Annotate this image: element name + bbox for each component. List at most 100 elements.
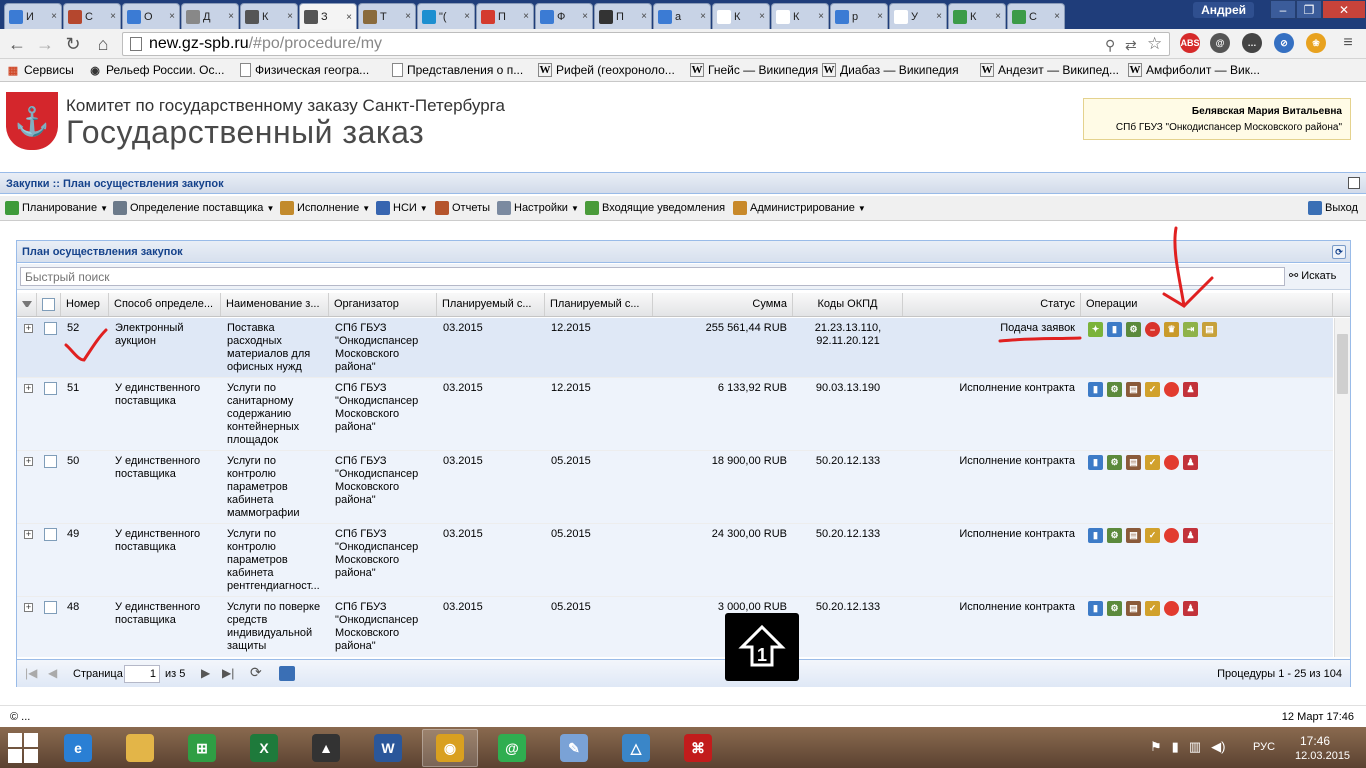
reload-icon[interactable]: ↻ [62, 34, 84, 54]
expand-row-icon[interactable]: + [24, 603, 33, 612]
browser-tab[interactable]: П × [594, 3, 652, 29]
taskbar-pdf[interactable]: ⌘ [670, 729, 726, 767]
mic-icon[interactable]: ⚲ [1105, 37, 1115, 54]
red-dot-icon[interactable]: ● [1164, 382, 1179, 397]
browser-tab[interactable]: З × [299, 3, 357, 30]
taskbar-ie[interactable]: e [50, 729, 106, 767]
bookmark-item[interactable]: W Рифей (геохроноло... [538, 63, 675, 77]
column-filter-icon[interactable] [17, 293, 37, 316]
clock-date[interactable]: 12.03.2015 [1295, 750, 1350, 762]
quick-search-input[interactable] [20, 267, 1285, 286]
flag-icon[interactable]: ⚑ [1150, 739, 1162, 755]
gears-icon[interactable]: ⚙ [1107, 455, 1122, 470]
column-header-status[interactable]: Статус [903, 293, 1081, 316]
users-icon[interactable]: ♟ [1183, 455, 1198, 470]
tag-icon[interactable]: ✦ [1088, 322, 1103, 337]
browser-tab[interactable]: Ф × [535, 3, 593, 29]
first-page-icon[interactable]: |◀ [25, 666, 37, 680]
certificate-icon[interactable]: ✓ [1145, 455, 1160, 470]
bookmark-item[interactable]: W Гнейс — Википедия [690, 63, 818, 77]
column-header-num[interactable]: Номер [61, 293, 109, 316]
next-page-icon[interactable]: ▶ [201, 666, 210, 680]
document-icon[interactable]: ▤ [1126, 528, 1141, 543]
chart-icon[interactable]: ▮ [1107, 322, 1122, 337]
collapse-panel-icon[interactable] [1348, 177, 1360, 189]
users-icon[interactable]: ♟ [1183, 601, 1198, 616]
chat-icon[interactable]: … [1242, 33, 1262, 53]
menu-inbox[interactable]: Входящие уведомления [585, 201, 725, 215]
bookmark-item[interactable]: W Диабаз — Википедия [822, 63, 959, 77]
chart-icon[interactable]: ▮ [1088, 382, 1103, 397]
document-icon[interactable]: ▤ [1126, 601, 1141, 616]
browser-tab[interactable]: К × [771, 3, 829, 29]
clock-time[interactable]: 17:46 [1300, 734, 1330, 748]
column-header-start[interactable]: Планируемый с... [437, 293, 545, 316]
select-all-checkbox[interactable] [42, 298, 55, 311]
expand-row-icon[interactable]: + [24, 384, 33, 393]
table-row[interactable]: +51 У единственного поставщика Услуги по с… [17, 378, 1333, 451]
gears-icon[interactable]: ⚙ [1126, 322, 1141, 337]
refresh-panel-icon[interactable]: ⟳ [1332, 245, 1346, 259]
taskbar-excel[interactable]: X [236, 729, 292, 767]
chart-icon[interactable]: ▮ [1088, 528, 1103, 543]
chrome-profile-name[interactable]: Андрей [1193, 2, 1254, 18]
close-tab-icon[interactable]: × [759, 11, 765, 22]
certificate-icon[interactable]: ✓ [1145, 382, 1160, 397]
browser-tab[interactable]: У × [889, 3, 947, 29]
export-icon[interactable]: ⇥ [1183, 322, 1198, 337]
cancel-icon[interactable]: − [1145, 322, 1160, 337]
network-icon[interactable]: ▥ [1189, 739, 1201, 755]
browser-tab[interactable]: О × [122, 3, 180, 29]
menu-planning[interactable]: Планирование ▼ [5, 201, 108, 215]
table-row[interactable]: +52 Электронный аукцион Поставка расходных… [17, 318, 1333, 378]
bookmark-item[interactable]: W Андезит — Википед... [980, 63, 1119, 77]
close-tab-icon[interactable]: × [228, 11, 234, 22]
menu-report[interactable]: Отчеты [435, 201, 490, 215]
browser-tab[interactable]: К × [240, 3, 298, 29]
close-tab-icon[interactable]: × [287, 11, 293, 22]
gears-icon[interactable]: ⚙ [1107, 382, 1122, 397]
bookmark-item[interactable]: Физическая геогра... [240, 63, 369, 77]
close-tab-icon[interactable]: × [700, 11, 706, 22]
browser-tab[interactable]: Т × [358, 3, 416, 29]
document-icon[interactable]: ▤ [1126, 455, 1141, 470]
close-tab-icon[interactable]: × [405, 11, 411, 22]
prev-page-icon[interactable]: ◀ [48, 666, 57, 680]
restore-icon[interactable]: ❐ [1296, 0, 1322, 19]
row-checkbox[interactable] [44, 455, 57, 468]
taskbar-folder[interactable] [112, 729, 168, 767]
last-page-icon[interactable]: ▶| [222, 666, 234, 680]
bookmark-item[interactable]: ▦ Сервисы [6, 63, 74, 77]
close-tab-icon[interactable]: × [818, 11, 824, 22]
vertical-scrollbar[interactable] [1334, 318, 1350, 657]
browser-tab[interactable]: К × [712, 3, 770, 29]
close-tab-icon[interactable]: × [877, 11, 883, 22]
gears-icon[interactable]: ⚙ [1107, 528, 1122, 543]
taskbar-paint[interactable]: ✎ [546, 729, 602, 767]
close-tab-icon[interactable]: × [523, 11, 529, 22]
start-button[interactable] [8, 733, 38, 763]
close-tab-icon[interactable]: × [641, 11, 647, 22]
expand-row-icon[interactable]: + [24, 457, 33, 466]
gears-icon[interactable]: ⚙ [1107, 601, 1122, 616]
menu-execution[interactable]: Исполнение ▼ [280, 201, 370, 215]
red-dot-icon[interactable]: ● [1164, 528, 1179, 543]
expand-row-icon[interactable]: + [24, 324, 33, 333]
bookmark-star-icon[interactable]: ☆ [1147, 34, 1162, 54]
table-row[interactable]: +48 У единственного поставщика Услуги по п… [17, 597, 1333, 657]
column-header-okpd[interactable]: Коды ОКПД [793, 293, 903, 316]
menu-gears[interactable]: Определение поставщика ▼ [113, 201, 274, 215]
column-header-ops[interactable]: Операции [1081, 293, 1333, 316]
close-tab-icon[interactable]: × [1054, 11, 1060, 22]
adblock-icon[interactable]: ABS [1180, 33, 1200, 53]
red-dot-icon[interactable]: ● [1164, 601, 1179, 616]
taskbar-graduation[interactable]: ▲ [298, 729, 354, 767]
chart-icon[interactable]: ▮ [1088, 601, 1103, 616]
red-dot-icon[interactable]: ● [1164, 455, 1179, 470]
language-indicator[interactable]: РУС [1253, 741, 1275, 753]
bookmark-item[interactable]: ◉ Рельеф России. Ос... [88, 63, 224, 77]
emblem-icon[interactable]: ♛ [1164, 322, 1179, 337]
browser-tab[interactable]: И × [4, 3, 62, 29]
certificate-icon[interactable]: ✓ [1145, 601, 1160, 616]
row-checkbox[interactable] [44, 322, 57, 335]
